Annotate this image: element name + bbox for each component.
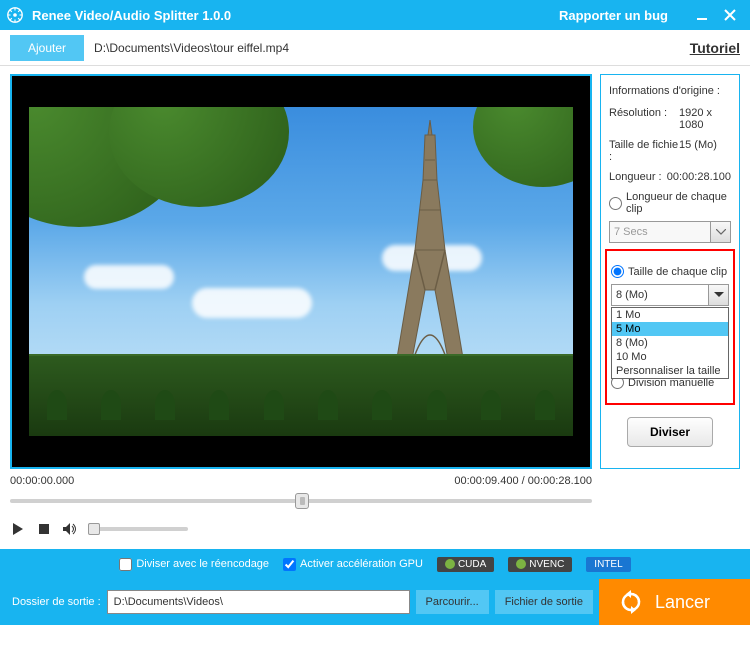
resolution-value: 1920 x 1080 — [679, 107, 731, 131]
size-option-8mo[interactable]: 8 (Mo) — [612, 336, 728, 350]
refresh-icon — [619, 590, 643, 614]
radio-size-input[interactable] — [611, 265, 624, 278]
app-title: Renee Video/Audio Splitter 1.0.0 — [32, 8, 559, 23]
cuda-badge: CUDA — [437, 557, 494, 572]
radio-length-input[interactable] — [609, 197, 622, 210]
launch-button[interactable]: Lancer — [599, 579, 750, 625]
chevron-down-icon[interactable] — [710, 222, 730, 242]
size-option-10mo[interactable]: 10 Mo — [612, 350, 728, 364]
info-heading: Informations d'origine : — [609, 85, 731, 97]
video-preview[interactable] — [10, 74, 592, 469]
left-panel: 00:00:00.000 00:00:09.400 / 00:00:28.100 — [10, 74, 592, 545]
minimize-button[interactable] — [688, 1, 716, 29]
size-option-custom[interactable]: Personnaliser la taille — [612, 364, 728, 378]
size-select[interactable]: 8 (Mo) 1 Mo 5 Mo 8 (Mo) 10 Mo Personnali… — [611, 284, 729, 306]
play-icon[interactable] — [10, 521, 26, 537]
intel-badge: INTEL — [586, 557, 630, 572]
tutorial-link[interactable]: Tutoriel — [690, 40, 740, 56]
filesize-label: Taille de fichie : — [609, 139, 679, 163]
volume-icon[interactable] — [62, 521, 78, 537]
radio-size-label: Taille de chaque clip — [628, 266, 727, 278]
toolbar: Ajouter D:\Documents\Videos\tour eiffel.… — [0, 30, 750, 66]
size-select-value: 8 (Mo) — [616, 289, 648, 301]
open-output-folder-button[interactable]: Fichier de sortie — [495, 590, 593, 614]
add-button[interactable]: Ajouter — [10, 35, 84, 61]
radio-split-by-size[interactable]: Taille de chaque clip — [611, 265, 729, 278]
timeline-start: 00:00:00.000 — [10, 475, 74, 487]
footer-bar: Dossier de sortie : D:\Documents\Videos\… — [0, 579, 750, 625]
nvenc-badge: NVENC — [508, 557, 572, 572]
app-logo-icon — [6, 6, 24, 24]
gpu-checkbox[interactable]: Activer accélération GPU — [283, 558, 423, 571]
volume-knob[interactable] — [88, 523, 100, 535]
volume-slider[interactable] — [88, 527, 188, 531]
chevron-down-icon[interactable] — [708, 285, 728, 305]
reencode-checkbox[interactable]: Diviser avec le réencodage — [119, 558, 269, 571]
stop-icon[interactable] — [36, 521, 52, 537]
size-dropdown: 1 Mo 5 Mo 8 (Mo) 10 Mo Personnaliser la … — [611, 307, 729, 379]
right-panel: Informations d'origine : Résolution :192… — [600, 74, 740, 469]
timeline-labels: 00:00:00.000 00:00:09.400 / 00:00:28.100 — [10, 475, 592, 487]
length-label: Longueur : — [609, 171, 667, 183]
resolution-label: Résolution : — [609, 107, 679, 131]
timeline-handle[interactable] — [295, 493, 309, 509]
divide-button[interactable]: Diviser — [627, 417, 713, 447]
length-select-value: 7 Secs — [614, 226, 648, 238]
size-split-section: Taille de chaque clip 8 (Mo) 1 Mo 5 Mo 8… — [605, 249, 735, 405]
output-folder-label: Dossier de sortie : — [12, 596, 101, 608]
radio-length-label: Longueur de chaque clip — [626, 191, 731, 215]
timeline-end: 00:00:09.400 / 00:00:28.100 — [454, 475, 592, 487]
playback-controls — [10, 521, 592, 537]
options-bar: Diviser avec le réencodage Activer accél… — [0, 549, 750, 579]
browse-button[interactable]: Parcourir... — [416, 590, 489, 614]
report-bug-link[interactable]: Rapporter un bug — [559, 8, 668, 23]
eiffel-tower-graphic — [385, 120, 475, 370]
length-value: 00:00:28.100 — [667, 171, 731, 183]
size-option-5mo[interactable]: 5 Mo — [612, 322, 728, 336]
current-file-path: D:\Documents\Videos\tour eiffel.mp4 — [94, 41, 690, 55]
size-option-1mo[interactable]: 1 Mo — [612, 308, 728, 322]
launch-label: Lancer — [655, 592, 710, 613]
output-folder-path[interactable]: D:\Documents\Videos\ — [107, 590, 410, 614]
close-button[interactable] — [716, 1, 744, 29]
main-area: 00:00:00.000 00:00:09.400 / 00:00:28.100… — [0, 66, 750, 545]
titlebar: Renee Video/Audio Splitter 1.0.0 Rapport… — [0, 0, 750, 30]
filesize-value: 15 (Mo) — [679, 139, 731, 163]
radio-split-by-length[interactable]: Longueur de chaque clip — [609, 191, 731, 215]
timeline-slider[interactable] — [10, 491, 592, 511]
length-select[interactable]: 7 Secs — [609, 221, 731, 243]
